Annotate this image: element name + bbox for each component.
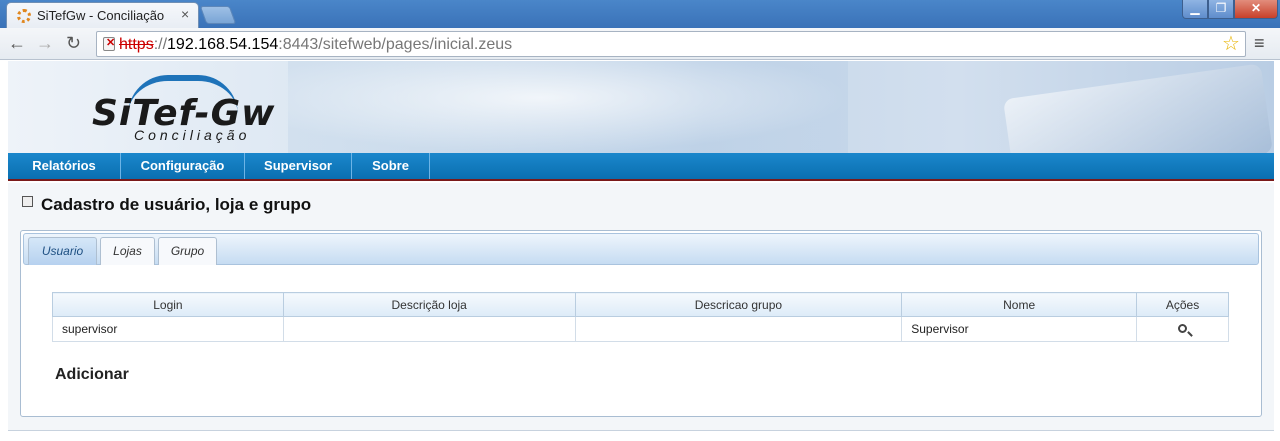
window-titlebar: SiTefGw - Conciliação × ▁ ❐ ✕: [0, 0, 1280, 28]
url-path: :8443/sitefweb/pages/inicial.zeus: [278, 36, 513, 53]
url-host: 192.168.54.154: [167, 36, 279, 53]
column-header-descricao-grupo[interactable]: Descricao grupo: [574, 292, 903, 317]
tab-close-icon[interactable]: ×: [181, 6, 189, 22]
column-header-login[interactable]: Login: [52, 292, 284, 317]
new-tab-button[interactable]: [199, 6, 237, 24]
loading-spinner-icon: [17, 9, 31, 23]
nav-item-configuracao[interactable]: Configuração: [121, 153, 245, 179]
nav-item-sobre[interactable]: Sobre: [352, 153, 430, 179]
zoom-icon[interactable]: [1178, 324, 1188, 333]
content-area: Cadastro de usuário, loja e grupo Usuari…: [8, 183, 1274, 431]
window-minimize-button[interactable]: ▁: [1182, 0, 1208, 19]
forward-icon[interactable]: →: [36, 33, 54, 54]
reload-icon[interactable]: ↻: [66, 33, 81, 54]
window-close-button[interactable]: ✕: [1234, 0, 1278, 19]
insecure-lock-icon[interactable]: [103, 36, 115, 51]
column-header-descricao-loja[interactable]: Descrição loja: [282, 292, 576, 317]
tab-lojas[interactable]: Lojas: [100, 237, 155, 265]
cell-descricao-loja: [282, 316, 576, 342]
cell-descricao-grupo: [574, 316, 903, 342]
nav-item-supervisor[interactable]: Supervisor: [245, 153, 352, 179]
column-header-nome[interactable]: Nome: [901, 292, 1138, 317]
cell-login: supervisor: [52, 316, 284, 342]
url-scheme: https: [119, 36, 154, 53]
tab-panel: Usuario Lojas Grupo Login Descrição loja…: [20, 230, 1262, 417]
window-maximize-button[interactable]: ❐: [1208, 0, 1234, 19]
header-banner: SiTef-Gw Conciliação: [8, 61, 1274, 153]
browser-tab[interactable]: SiTefGw - Conciliação ×: [6, 2, 199, 28]
table-header-row: Login Descrição loja Descricao grupo Nom…: [52, 292, 1229, 317]
table-row[interactable]: supervisor Supervisor: [52, 316, 1229, 342]
tab-strip: Usuario Lojas Grupo: [23, 233, 1259, 265]
tab-usuario[interactable]: Usuario: [28, 237, 97, 265]
tab-grupo[interactable]: Grupo: [158, 237, 217, 265]
nav-item-relatorios[interactable]: Relatórios: [8, 153, 121, 179]
back-icon[interactable]: ←: [8, 33, 26, 54]
logo-subtitle: Conciliação: [134, 127, 251, 143]
page-title: Cadastro de usuário, loja e grupo: [41, 195, 312, 214]
add-button[interactable]: Adicionar: [55, 366, 129, 384]
page: SiTef-Gw Conciliação Relatórios Configur…: [0, 61, 1280, 441]
column-header-acoes: Ações: [1136, 292, 1229, 317]
main-nav: Relatórios Configuração Supervisor Sobre: [8, 153, 1274, 181]
users-table: Login Descrição loja Descricao grupo Nom…: [52, 292, 1229, 342]
document-icon: [22, 196, 33, 207]
cell-acoes: [1136, 316, 1229, 342]
address-bar[interactable]: https://192.168.54.154:8443/sitefweb/pag…: [96, 31, 1246, 57]
world-map-background: [288, 61, 848, 153]
url-separator: ://: [153, 36, 168, 53]
browser-menu-icon[interactable]: ≡: [1254, 33, 1265, 54]
browser-toolbar: ← → ↻ https://192.168.54.154:8443/sitefw…: [0, 28, 1280, 60]
credit-card-image: [1003, 63, 1273, 153]
cell-nome: Supervisor: [901, 316, 1138, 342]
bookmark-star-icon[interactable]: ☆: [1222, 31, 1240, 56]
url-text[interactable]: https://192.168.54.154:8443/sitefweb/pag…: [119, 36, 512, 54]
tab-title: SiTefGw - Conciliação: [37, 8, 165, 23]
